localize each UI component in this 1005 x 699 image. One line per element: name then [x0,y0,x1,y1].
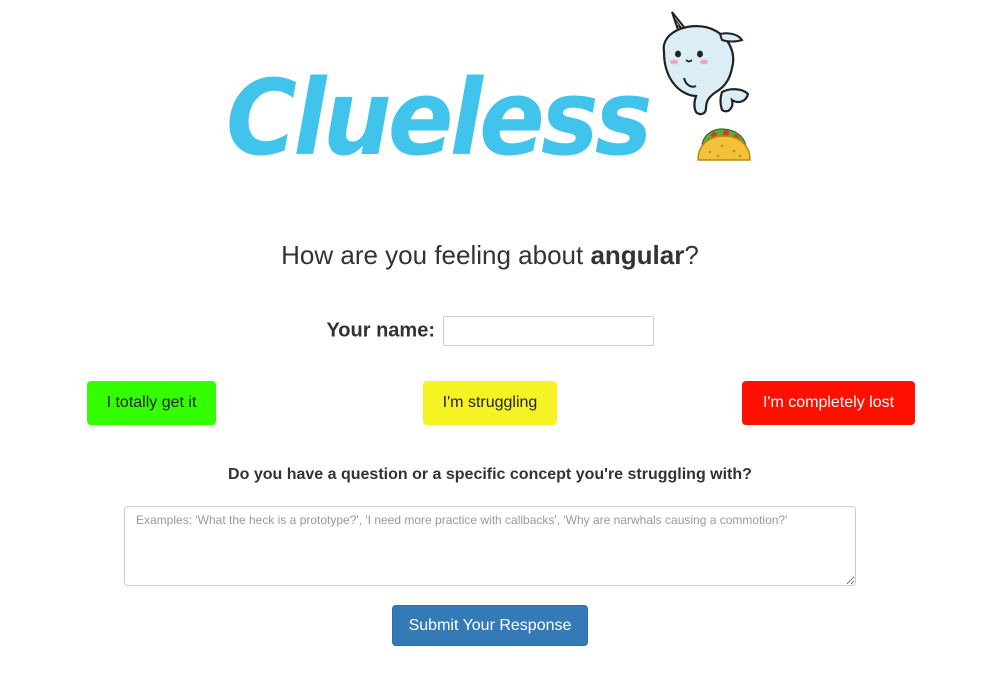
heading-suffix: ? [684,240,699,270]
feeling-good-button[interactable]: I totally get it [87,381,216,425]
feeling-lost-button[interactable]: I'm completely lost [742,381,915,425]
taco-icon [697,128,751,161]
narwhal-icon [662,11,750,116]
header: Clueless [0,0,1005,200]
logo-text: Clueless [226,57,652,179]
name-label: Your name: [326,319,435,342]
submit-button[interactable]: Submit Your Response [392,605,588,646]
concept-label: Do you have a question or a specific con… [228,466,752,483]
heading-topic: angular [590,240,685,270]
concept-textarea[interactable] [124,506,856,586]
name-input[interactable] [442,316,654,346]
page-title: How are you feeling about angular? [0,240,980,271]
feeling-struggling-button[interactable]: I'm struggling [423,381,557,425]
name-row: Your name: [0,316,980,346]
page: Clueless How are you feeling about angul… [0,0,1005,699]
heading-prefix: How are you feeling about [281,240,591,270]
